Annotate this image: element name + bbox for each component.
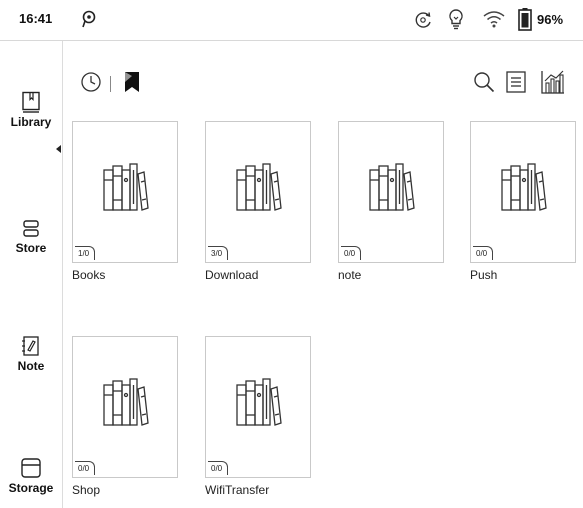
bookmark-icon[interactable] [122,70,142,94]
sidebar-item-storage[interactable]: Storage [0,457,62,495]
folder-item[interactable]: 1/0 Books [72,121,178,282]
bookshelf-icon [236,163,282,211]
status-bar: 16:41 96% [0,0,583,41]
item-count-badge: 0/0 [473,246,494,260]
list-view-icon[interactable] [505,70,527,94]
toolbar-divider [110,76,111,92]
folder-item[interactable]: 0/0 Push [470,121,576,282]
sidebar-item-label: Store [15,241,47,255]
library-icon [22,91,40,113]
folder-card[interactable]: 3/0 [205,121,311,263]
folder-name: WifiTransfer [205,483,270,497]
folder-name: Download [205,268,259,282]
sidebar-item-note[interactable]: Note [0,335,62,373]
battery-icon [518,8,532,31]
folder-card[interactable]: 1/0 [72,121,178,263]
bookshelf-icon [236,378,282,426]
folder-item[interactable]: 3/0 Download [205,121,311,282]
folder-item[interactable]: 0/0 note [338,121,444,282]
folder-item[interactable]: 0/0 WifiTransfer [205,336,311,497]
lightbulb-icon[interactable] [446,8,466,30]
sidebar-item-label: Storage [8,481,54,495]
stats-icon[interactable] [540,69,566,95]
folder-card[interactable]: 0/0 [338,121,444,263]
bookshelf-icon [103,378,149,426]
wifi-icon[interactable] [482,9,506,29]
item-count-badge: 0/0 [75,461,96,475]
sidebar-item-label: Library [10,115,52,129]
sidebar: Library Store Note Storage [0,41,63,508]
item-count-badge: 0/0 [208,461,229,475]
battery-percentage: 96% [537,12,564,27]
sync-icon[interactable] [412,9,434,31]
clock: 16:41 [19,11,53,26]
pin-icon [82,10,96,28]
sidebar-item-store[interactable]: Store [0,219,62,255]
item-count-badge: 3/0 [208,246,229,260]
bookshelf-icon [369,163,415,211]
note-icon [22,336,39,356]
sidebar-item-library[interactable]: Library [0,91,62,129]
search-icon[interactable] [473,71,495,93]
history-icon[interactable] [80,71,102,93]
folder-item[interactable]: 0/0 Shop [72,336,178,497]
folder-card[interactable]: 0/0 [205,336,311,478]
folder-card[interactable]: 0/0 [470,121,576,263]
sidebar-item-label: Note [17,359,45,373]
item-count-badge: 1/0 [75,246,96,260]
folder-name: Push [470,268,498,282]
store-icon [23,220,39,237]
folder-name: note [338,268,362,282]
bookshelf-icon [103,163,149,211]
folder-name: Books [72,268,106,282]
active-indicator [56,145,61,153]
bookshelf-icon [501,163,547,211]
storage-icon [21,458,41,478]
item-count-badge: 0/0 [341,246,362,260]
folder-card[interactable]: 0/0 [72,336,178,478]
folder-name: Shop [72,483,101,497]
